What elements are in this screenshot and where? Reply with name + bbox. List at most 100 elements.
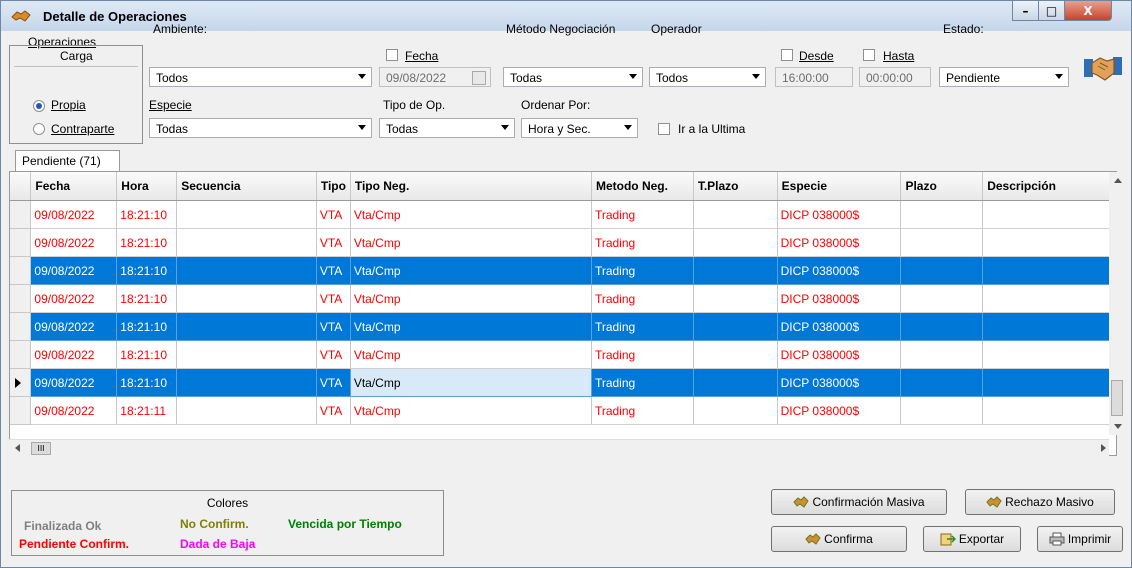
handshake-icon[interactable] (1083, 51, 1123, 85)
ir-ultima-label[interactable]: Ir a la Ultima (678, 122, 745, 136)
tipo-op-select[interactable]: Todas (379, 118, 515, 138)
ordenar-select[interactable]: Hora y Sec. (521, 118, 638, 138)
calendar-icon[interactable] (472, 71, 486, 85)
row-indicator[interactable] (10, 256, 32, 285)
cell-metodo[interactable]: Trading (591, 256, 694, 285)
cell-desc[interactable] (982, 200, 1116, 229)
cell-desc[interactable] (982, 284, 1116, 313)
row-indicator[interactable] (10, 228, 32, 257)
cell-tipo[interactable]: VTA (316, 396, 351, 425)
cell-tipo-neg[interactable]: Vta/Cmp (350, 368, 592, 397)
fecha-checkbox[interactable] (386, 49, 398, 61)
close-button[interactable]: X (1064, 1, 1112, 21)
col-t-plazo[interactable]: T.Plazo (693, 172, 778, 201)
horizontal-scrollbar[interactable]: III (9, 439, 1109, 457)
table-row[interactable]: 09/08/2022 18:21:10 VTA Vta/Cmp Trading DICP … (10, 228, 1116, 257)
cell-tplazo[interactable] (693, 340, 778, 369)
cell-metodo[interactable]: Trading (591, 396, 694, 425)
metodo-select[interactable]: Todas (503, 67, 643, 87)
cell-secuencia[interactable] (176, 312, 317, 341)
hasta-input[interactable]: 00:00:00 (859, 67, 931, 87)
estado-select[interactable]: Pendiente (939, 67, 1069, 87)
col-especie[interactable]: Especie (777, 172, 902, 201)
table-row[interactable]: 09/08/2022 18:21:10 VTA Vta/Cmp Trading DICP … (10, 200, 1116, 229)
cell-fecha[interactable]: 09/08/2022 (30, 368, 118, 397)
maximize-button[interactable]: □ (1038, 1, 1065, 21)
cell-tipo-neg[interactable]: Vta/Cmp (350, 284, 592, 313)
hasta-checkbox[interactable] (863, 49, 875, 61)
cell-tplazo[interactable] (693, 284, 778, 313)
cell-plazo[interactable] (900, 228, 984, 257)
table-row[interactable]: 09/08/2022 18:21:10 VTA Vta/Cmp Trading DICP … (10, 256, 1116, 285)
cell-tipo-neg[interactable]: Vta/Cmp (350, 228, 592, 257)
ir-ultima-checkbox[interactable] (658, 123, 670, 135)
scroll-left-icon[interactable] (15, 444, 20, 452)
scroll-down-icon[interactable] (1114, 424, 1122, 429)
cell-plazo[interactable] (900, 368, 984, 397)
cell-especie[interactable]: DICP 038000$ (777, 284, 902, 313)
cell-tipo[interactable]: VTA (316, 284, 351, 313)
cell-especie[interactable]: DICP 038000$ (777, 396, 902, 425)
cell-fecha[interactable]: 09/08/2022 (30, 312, 118, 341)
cell-metodo[interactable]: Trading (591, 284, 694, 313)
cell-metodo[interactable]: Trading (591, 312, 694, 341)
cell-tplazo[interactable] (693, 228, 778, 257)
cell-plazo[interactable] (900, 396, 984, 425)
table-row[interactable]: 09/08/2022 18:21:10 VTA Vta/Cmp Trading DICP … (10, 312, 1116, 341)
cell-plazo[interactable] (900, 284, 984, 313)
row-indicator[interactable] (10, 396, 32, 425)
cell-hora[interactable]: 18:21:10 (116, 284, 178, 313)
cell-desc[interactable] (982, 368, 1116, 397)
cell-desc[interactable] (982, 256, 1116, 285)
propia-label[interactable]: Propia (51, 98, 86, 112)
cell-tipo[interactable]: VTA (316, 368, 351, 397)
cell-tplazo[interactable] (693, 368, 778, 397)
cell-hora[interactable]: 18:21:10 (116, 368, 178, 397)
cell-tipo-neg[interactable]: Vta/Cmp (350, 340, 592, 369)
row-indicator[interactable] (10, 200, 32, 229)
cell-tipo[interactable]: VTA (316, 340, 351, 369)
cell-plazo[interactable] (900, 200, 984, 229)
confirmacion-masiva-button[interactable]: Confirmación Masiva (771, 489, 947, 515)
cell-tipo-neg[interactable]: Vta/Cmp (350, 396, 592, 425)
row-indicator[interactable] (10, 340, 32, 369)
cell-tipo-neg[interactable]: Vta/Cmp (350, 200, 592, 229)
confirma-button[interactable]: Confirma (771, 526, 907, 552)
cell-metodo[interactable]: Trading (591, 340, 694, 369)
ambiente-select[interactable]: Todos (149, 67, 372, 87)
cell-metodo[interactable]: Trading (591, 228, 694, 257)
cell-hora[interactable]: 18:21:10 (116, 312, 178, 341)
cell-secuencia[interactable] (176, 200, 317, 229)
cell-tipo-neg[interactable]: Vta/Cmp (350, 256, 592, 285)
row-indicator[interactable] (10, 368, 32, 397)
cell-fecha[interactable]: 09/08/2022 (30, 396, 118, 425)
cell-plazo[interactable] (900, 256, 984, 285)
col-secuencia[interactable]: Secuencia (176, 172, 317, 201)
cell-secuencia[interactable] (176, 368, 317, 397)
cell-secuencia[interactable] (176, 396, 317, 425)
cell-especie[interactable]: DICP 038000$ (777, 312, 902, 341)
cell-fecha[interactable]: 09/08/2022 (30, 340, 118, 369)
cell-tplazo[interactable] (693, 312, 778, 341)
cell-plazo[interactable] (900, 340, 984, 369)
cell-especie[interactable]: DICP 038000$ (777, 256, 902, 285)
col-fecha[interactable]: Fecha (30, 172, 118, 201)
col-metodo-neg[interactable]: Metodo Neg. (591, 172, 694, 201)
scroll-right-icon[interactable] (1101, 444, 1106, 452)
tab-pendiente[interactable]: Pendiente (71) (15, 150, 120, 172)
operador-select[interactable]: Todos (649, 67, 766, 87)
col-tipo[interactable]: Tipo (316, 172, 351, 201)
cell-secuencia[interactable] (176, 256, 317, 285)
rechazo-masivo-button[interactable]: Rechazo Masivo (965, 489, 1115, 515)
cell-fecha[interactable]: 09/08/2022 (30, 200, 118, 229)
row-indicator[interactable] (10, 284, 32, 313)
scroll-up-icon[interactable] (1114, 178, 1122, 183)
row-indicator[interactable] (10, 312, 32, 341)
cell-secuencia[interactable] (176, 340, 317, 369)
cell-tplazo[interactable] (693, 396, 778, 425)
vertical-scroll-thumb[interactable] (1111, 380, 1123, 416)
cell-desc[interactable] (982, 228, 1116, 257)
cell-hora[interactable]: 18:21:10 (116, 200, 178, 229)
cell-tplazo[interactable] (693, 200, 778, 229)
cell-fecha[interactable]: 09/08/2022 (30, 256, 118, 285)
